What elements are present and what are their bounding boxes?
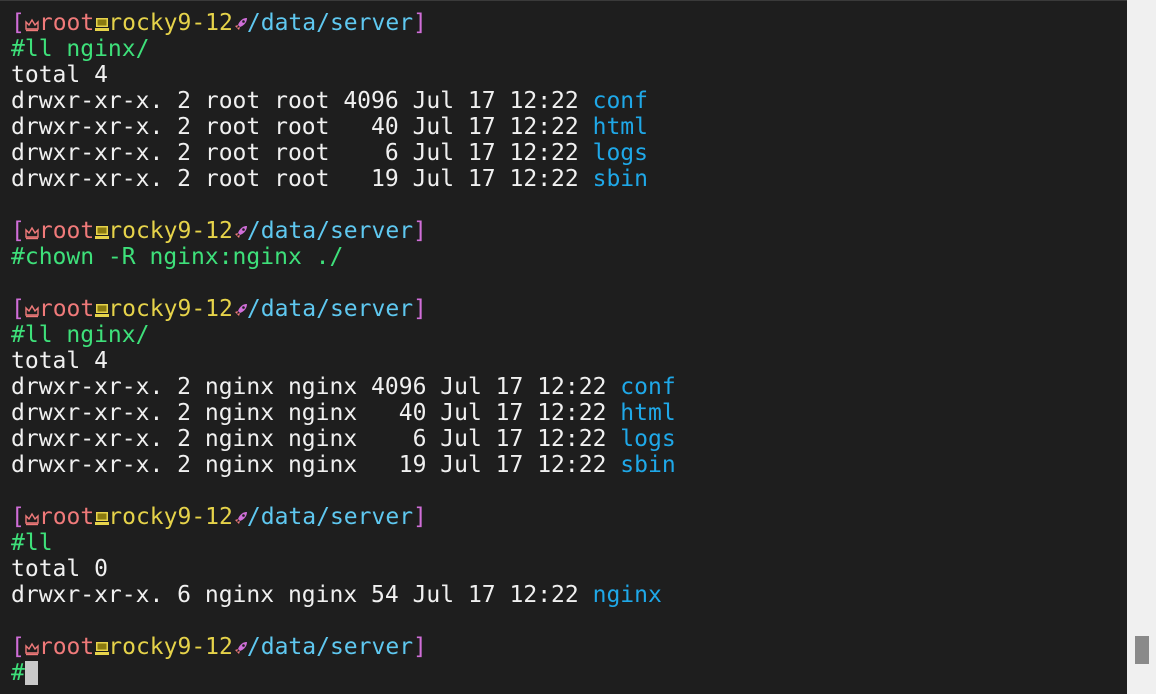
command-input: # xyxy=(11,660,25,686)
prompt-line: [ root rocky9-12/data/server] xyxy=(11,504,1127,530)
output-line: drwxr-xr-x. 2 root root 19 Jul 17 12:22 … xyxy=(11,166,1127,192)
prompt-line: [ root rocky9-12/data/server] xyxy=(11,10,1127,36)
command-line: #chown -R nginx:nginx ./ xyxy=(11,244,1127,270)
directory-name: sbin xyxy=(620,452,676,478)
crown-icon xyxy=(25,634,39,660)
prompt-user: root xyxy=(38,296,95,322)
prompt-line: [ root rocky9-12/data/server] xyxy=(11,218,1127,244)
directory-name: logs xyxy=(592,140,648,166)
command-line: #ll nginx/ xyxy=(11,322,1127,348)
output-text: drwxr-xr-x. 2 nginx nginx 19 Jul 17 12:2… xyxy=(11,452,621,478)
prompt-host: rocky9-12 xyxy=(108,504,233,530)
prompt-host: rocky9-12 xyxy=(108,10,233,36)
vertical-scrollbar[interactable] xyxy=(1127,0,1156,694)
output-text: drwxr-xr-x. 6 nginx nginx 54 Jul 17 12:2… xyxy=(11,582,593,608)
output-line: drwxr-xr-x. 2 nginx nginx 6 Jul 17 12:22… xyxy=(11,426,1127,452)
directory-name: conf xyxy=(620,374,676,400)
crown-icon xyxy=(25,504,39,530)
rocket-icon xyxy=(233,218,247,244)
computer-icon xyxy=(94,296,110,322)
crown-icon xyxy=(25,296,39,322)
prompt-path: /data/server xyxy=(246,634,414,660)
output-text: drwxr-xr-x. 2 nginx nginx 40 Jul 17 12:2… xyxy=(11,400,621,426)
computer-icon xyxy=(94,10,110,36)
output-text: drwxr-xr-x. 2 root root 4096 Jul 17 12:2… xyxy=(11,88,593,114)
prompt-close-bracket: ] xyxy=(413,296,427,322)
prompt-close-bracket: ] xyxy=(413,218,427,244)
directory-name: logs xyxy=(620,426,676,452)
output-line: total 4 xyxy=(11,348,1127,374)
output-text: drwxr-xr-x. 2 root root 40 Jul 17 12:22 xyxy=(11,114,593,140)
computer-icon xyxy=(94,218,110,244)
window-top-border xyxy=(0,0,1127,1)
scrollbar-thumb[interactable] xyxy=(1135,636,1149,664)
prompt-close-bracket: ] xyxy=(413,10,427,36)
output-line: drwxr-xr-x. 2 root root 4096 Jul 17 12:2… xyxy=(11,88,1127,114)
output-line: total 0 xyxy=(11,556,1127,582)
prompt-host: rocky9-12 xyxy=(108,218,233,244)
directory-name: html xyxy=(592,114,648,140)
rocket-icon xyxy=(233,296,247,322)
crown-icon xyxy=(25,218,39,244)
output-line: drwxr-xr-x. 2 nginx nginx 4096 Jul 17 12… xyxy=(11,374,1127,400)
computer-icon xyxy=(94,634,110,660)
prompt-line: [ root rocky9-12/data/server] xyxy=(11,296,1127,322)
terminal-content: [ root rocky9-12/data/server] #ll nginx/to… xyxy=(11,10,1127,686)
output-line: drwxr-xr-x. 2 root root 6 Jul 17 12:22 l… xyxy=(11,140,1127,166)
prompt-close-bracket: ] xyxy=(413,634,427,660)
rocket-icon xyxy=(233,10,247,36)
output-text: drwxr-xr-x. 2 root root 6 Jul 17 12:22 xyxy=(11,140,593,166)
prompt-user: root xyxy=(38,10,95,36)
terminal-window[interactable]: [ root rocky9-12/data/server] #ll nginx/to… xyxy=(0,0,1127,694)
prompt-user: root xyxy=(38,218,95,244)
output-line: drwxr-xr-x. 2 root root 40 Jul 17 12:22 … xyxy=(11,114,1127,140)
output-line: total 4 xyxy=(11,62,1127,88)
output-text: drwxr-xr-x. 2 nginx nginx 6 Jul 17 12:22 xyxy=(11,426,621,452)
prompt-path: /data/server xyxy=(246,218,414,244)
output-line: drwxr-xr-x. 2 nginx nginx 40 Jul 17 12:2… xyxy=(11,400,1127,426)
prompt-open-bracket: [ xyxy=(11,296,25,322)
prompt-path: /data/server xyxy=(246,10,414,36)
directory-name: nginx xyxy=(592,582,662,608)
prompt-open-bracket: [ xyxy=(11,634,25,660)
prompt-open-bracket: [ xyxy=(11,10,25,36)
prompt-open-bracket: [ xyxy=(11,504,25,530)
output-line: drwxr-xr-x. 6 nginx nginx 54 Jul 17 12:2… xyxy=(11,582,1127,608)
prompt-user: root xyxy=(38,634,95,660)
output-text: total 0 xyxy=(11,556,108,582)
prompt-user: root xyxy=(38,504,95,530)
text-cursor xyxy=(24,661,38,685)
crown-icon xyxy=(25,10,39,36)
prompt-open-bracket: [ xyxy=(11,218,25,244)
command-text: #chown -R nginx:nginx ./ xyxy=(11,244,344,270)
rocket-icon xyxy=(233,634,247,660)
output-text: drwxr-xr-x. 2 root root 19 Jul 17 12:22 xyxy=(11,166,593,192)
prompt-host: rocky9-12 xyxy=(108,296,233,322)
command-text: #ll nginx/ xyxy=(11,36,150,62)
rocket-icon xyxy=(233,504,247,530)
command-text: #ll xyxy=(11,530,53,556)
directory-name: conf xyxy=(592,88,648,114)
output-text: drwxr-xr-x. 2 nginx nginx 4096 Jul 17 12… xyxy=(11,374,621,400)
output-text: total 4 xyxy=(11,62,108,88)
command-line: #ll xyxy=(11,530,1127,556)
output-line: drwxr-xr-x. 2 nginx nginx 19 Jul 17 12:2… xyxy=(11,452,1127,478)
computer-icon xyxy=(94,504,110,530)
command-text: #ll nginx/ xyxy=(11,322,150,348)
prompt-path: /data/server xyxy=(246,296,414,322)
active-input-line[interactable]: # xyxy=(11,660,1127,686)
prompt-close-bracket: ] xyxy=(413,504,427,530)
output-text: total 4 xyxy=(11,348,108,374)
command-line: #ll nginx/ xyxy=(11,36,1127,62)
directory-name: sbin xyxy=(592,166,648,192)
prompt-host: rocky9-12 xyxy=(108,634,233,660)
prompt-line: [ root rocky9-12/data/server] xyxy=(11,634,1127,660)
prompt-path: /data/server xyxy=(246,504,414,530)
directory-name: html xyxy=(620,400,676,426)
